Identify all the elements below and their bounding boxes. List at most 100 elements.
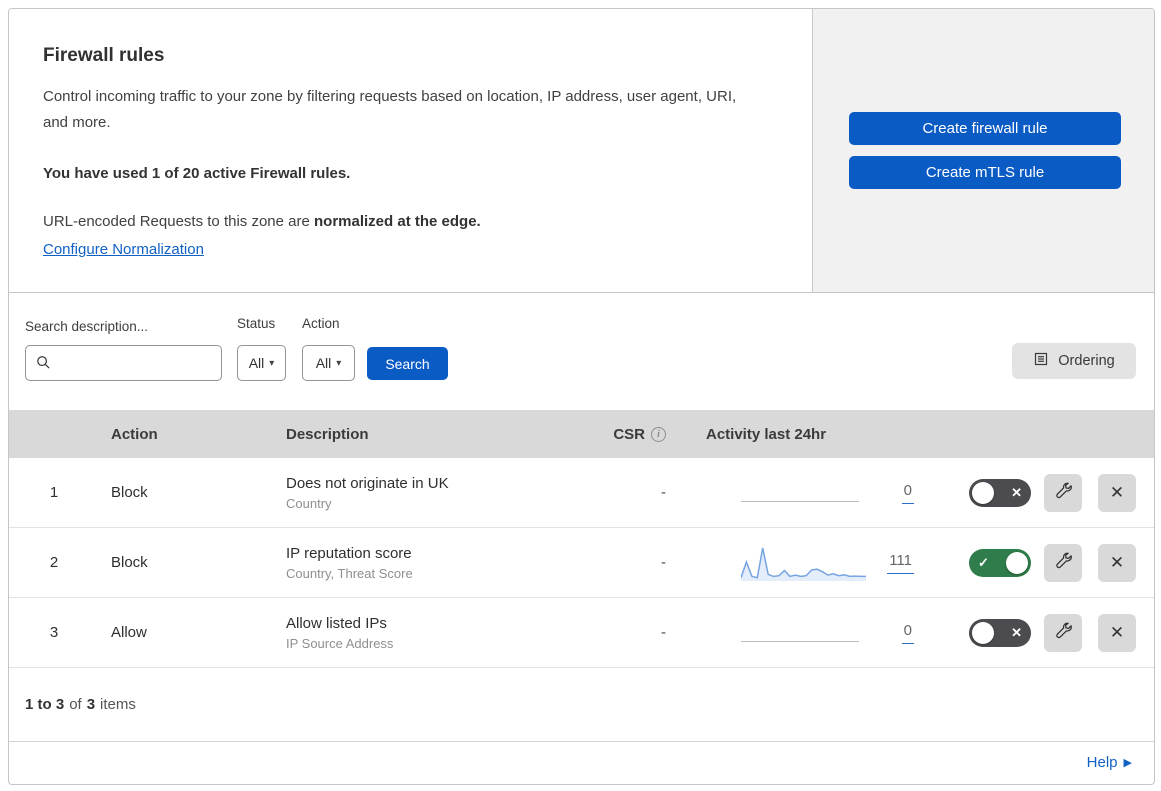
wrench-icon xyxy=(1055,482,1072,504)
rule-description-fields: Country, Threat Score xyxy=(286,565,413,581)
col-csr: CSR i xyxy=(554,426,674,443)
toggle-state-icon: ✓ xyxy=(978,554,989,570)
toggle-state-icon: ✕ xyxy=(1011,484,1022,500)
col-activity: Activity last 24hr xyxy=(706,425,827,443)
rule-activity-cell: 111 xyxy=(674,528,924,597)
page-title: Firewall rules xyxy=(43,45,165,66)
chevron-down-icon: ▾ xyxy=(269,357,275,369)
rule-description-title: Allow listed IPs xyxy=(286,614,387,632)
action-filter-value: All xyxy=(315,355,332,371)
wrench-icon xyxy=(1055,622,1072,644)
rule-enabled-toggle[interactable]: ✕ xyxy=(969,478,1031,507)
activity-count-link[interactable]: 0 xyxy=(901,482,914,504)
activity-count-link[interactable]: 111 xyxy=(887,552,914,574)
rule-activity-cell: 0 xyxy=(674,598,924,667)
rule-priority: 2 xyxy=(49,554,59,571)
edit-rule-button[interactable] xyxy=(1044,543,1082,582)
toggle-state-icon: ✕ xyxy=(1011,624,1022,640)
action-filter-label: Action xyxy=(302,316,340,331)
action-filter-dropdown[interactable]: All ▾ xyxy=(302,345,355,381)
rule-csr-value: - xyxy=(661,624,666,641)
activity-sparkline xyxy=(741,473,866,513)
info-icon[interactable]: i xyxy=(651,426,666,442)
page-description: Control incoming traffic to your zone by… xyxy=(43,88,737,131)
delete-rule-button[interactable]: ✕ xyxy=(1098,613,1136,652)
filter-bar: Search description... Status All ▾ Actio… xyxy=(9,293,1154,410)
toggle-knob xyxy=(1006,551,1028,574)
wrench-icon xyxy=(1055,552,1072,574)
items-label: items xyxy=(100,696,136,713)
configure-normalization-link[interactable]: Configure Normalization xyxy=(43,241,204,258)
rule-controls: ✓ ✕ xyxy=(924,543,1154,582)
usage-summary: You have used 1 of 20 active Firewall ru… xyxy=(43,165,351,182)
delete-rule-button[interactable]: ✕ xyxy=(1098,473,1136,512)
rule-enabled-toggle[interactable]: ✕ xyxy=(969,618,1031,647)
pagination-summary: 1 to 3 of 3 items xyxy=(9,668,1154,741)
actions-panel: Create firewall rule Create mTLS rule xyxy=(813,9,1154,292)
table-row: 3 Allow Allow listed IPs IP Source Addre… xyxy=(9,598,1154,668)
rule-controls: ✕ ✕ xyxy=(924,613,1154,652)
rule-description-title: Does not originate in UK xyxy=(286,474,449,492)
normalization-note-text: URL-encoded Requests to this zone are xyxy=(43,213,314,230)
status-filter-label: Status xyxy=(237,316,276,331)
delete-rule-button[interactable]: ✕ xyxy=(1098,543,1136,582)
intro-section: Firewall rules Control incoming traffic … xyxy=(9,9,813,292)
firewall-rules-card: Firewall rules Control incoming traffic … xyxy=(8,8,1155,785)
normalization-note: URL-encoded Requests to this zone are no… xyxy=(43,213,768,230)
items-of: of xyxy=(69,696,82,713)
items-total: 3 xyxy=(86,696,96,713)
search-input[interactable] xyxy=(25,345,222,381)
rule-description-title: IP reputation score xyxy=(286,544,412,562)
items-range: 1 to 3 xyxy=(25,696,65,713)
search-field-wrap xyxy=(25,345,222,381)
toggle-knob xyxy=(972,621,994,644)
activity-flatline xyxy=(741,640,859,642)
help-link-label: Help xyxy=(1086,753,1118,771)
rule-action: Block xyxy=(111,484,148,501)
rule-description-fields: Country xyxy=(286,495,332,511)
rule-priority: 1 xyxy=(49,484,59,501)
col-csr-label: CSR xyxy=(613,425,645,443)
close-icon: ✕ xyxy=(1109,622,1125,642)
search-label: Search description... xyxy=(25,319,149,334)
rule-controls: ✕ ✕ xyxy=(924,473,1154,512)
activity-sparkline xyxy=(741,543,866,583)
rule-description-fields: IP Source Address xyxy=(286,635,394,651)
col-action: Action xyxy=(111,425,158,443)
arrow-right-icon: ▶ xyxy=(1123,756,1132,769)
close-icon: ✕ xyxy=(1109,552,1125,572)
top-panel: Firewall rules Control incoming traffic … xyxy=(9,9,1154,293)
ordering-button-label: Ordering xyxy=(1058,353,1115,369)
ordering-list-icon xyxy=(1033,351,1049,371)
table-row: 1 Block Does not originate in UK Country… xyxy=(9,458,1154,528)
create-mtls-rule-button[interactable]: Create mTLS rule xyxy=(849,156,1121,189)
edit-rule-button[interactable] xyxy=(1044,473,1082,512)
rule-activity-cell: 0 xyxy=(674,458,924,527)
activity-count-link[interactable]: 0 xyxy=(901,622,914,644)
edit-rule-button[interactable] xyxy=(1044,613,1082,652)
chevron-down-icon: ▾ xyxy=(336,357,342,369)
ordering-button[interactable]: Ordering xyxy=(1012,343,1136,379)
rule-description: Does not originate in UK Country xyxy=(274,475,554,511)
rule-priority: 3 xyxy=(49,624,59,641)
toggle-knob xyxy=(972,481,994,504)
help-link[interactable]: Help ▶ xyxy=(1087,754,1132,771)
search-button[interactable]: Search xyxy=(367,347,448,380)
activity-flatline xyxy=(741,500,859,502)
search-icon xyxy=(36,355,51,375)
col-description: Description xyxy=(286,425,369,443)
rule-action: Allow xyxy=(111,624,147,641)
rule-description: IP reputation score Country, Threat Scor… xyxy=(274,545,554,581)
create-firewall-rule-button[interactable]: Create firewall rule xyxy=(849,112,1121,145)
rule-csr-value: - xyxy=(661,484,666,501)
activity-sparkline xyxy=(741,613,866,653)
status-filter-dropdown[interactable]: All ▾ xyxy=(237,345,286,381)
status-filter-value: All xyxy=(248,355,265,371)
rule-description: Allow listed IPs IP Source Address xyxy=(274,615,554,651)
rule-action: Block xyxy=(111,554,148,571)
normalization-note-bold: normalized at the edge. xyxy=(314,213,481,230)
close-icon: ✕ xyxy=(1109,482,1125,502)
table-row: 2 Block IP reputation score Country, Thr… xyxy=(9,528,1154,598)
rule-csr-value: - xyxy=(661,554,666,571)
rule-enabled-toggle[interactable]: ✓ xyxy=(969,548,1031,577)
